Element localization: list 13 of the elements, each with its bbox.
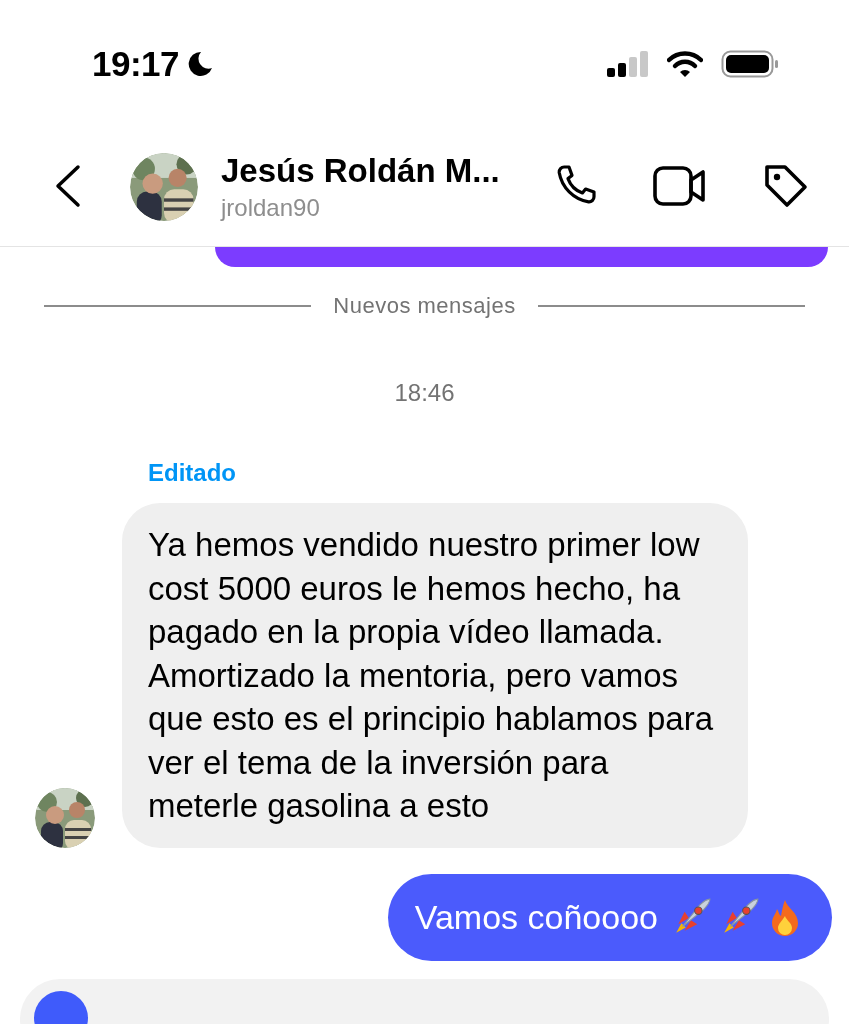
contact-username: jroldan90 <box>221 194 321 222</box>
wifi-icon <box>667 51 703 77</box>
new-messages-label: Nuevos mensajes <box>333 293 516 319</box>
battery-icon <box>721 50 779 78</box>
video-camera-icon <box>653 163 707 208</box>
signal-icon <box>607 51 649 77</box>
chevron-left-icon <box>54 163 82 208</box>
contact-name[interactable]: Jesús Roldán M... <box>221 152 551 190</box>
clock-time: 19:17 <box>92 44 180 84</box>
message-bubble: Vamos coñoooo <box>387 873 832 961</box>
message-bubble: Ya hemos vendido nuestro primer low cost 5000 euros le hemos hecho, ha pagado en la propia vídeo llamada. Amortizado la mentoria, pero vamos que esto es el principio hablamos para ver el tema de la inversión para meterle gasolina a esto <box>122 503 748 848</box>
message-time: 18:46 <box>394 379 455 407</box>
edited-label: Editado <box>148 459 237 487</box>
